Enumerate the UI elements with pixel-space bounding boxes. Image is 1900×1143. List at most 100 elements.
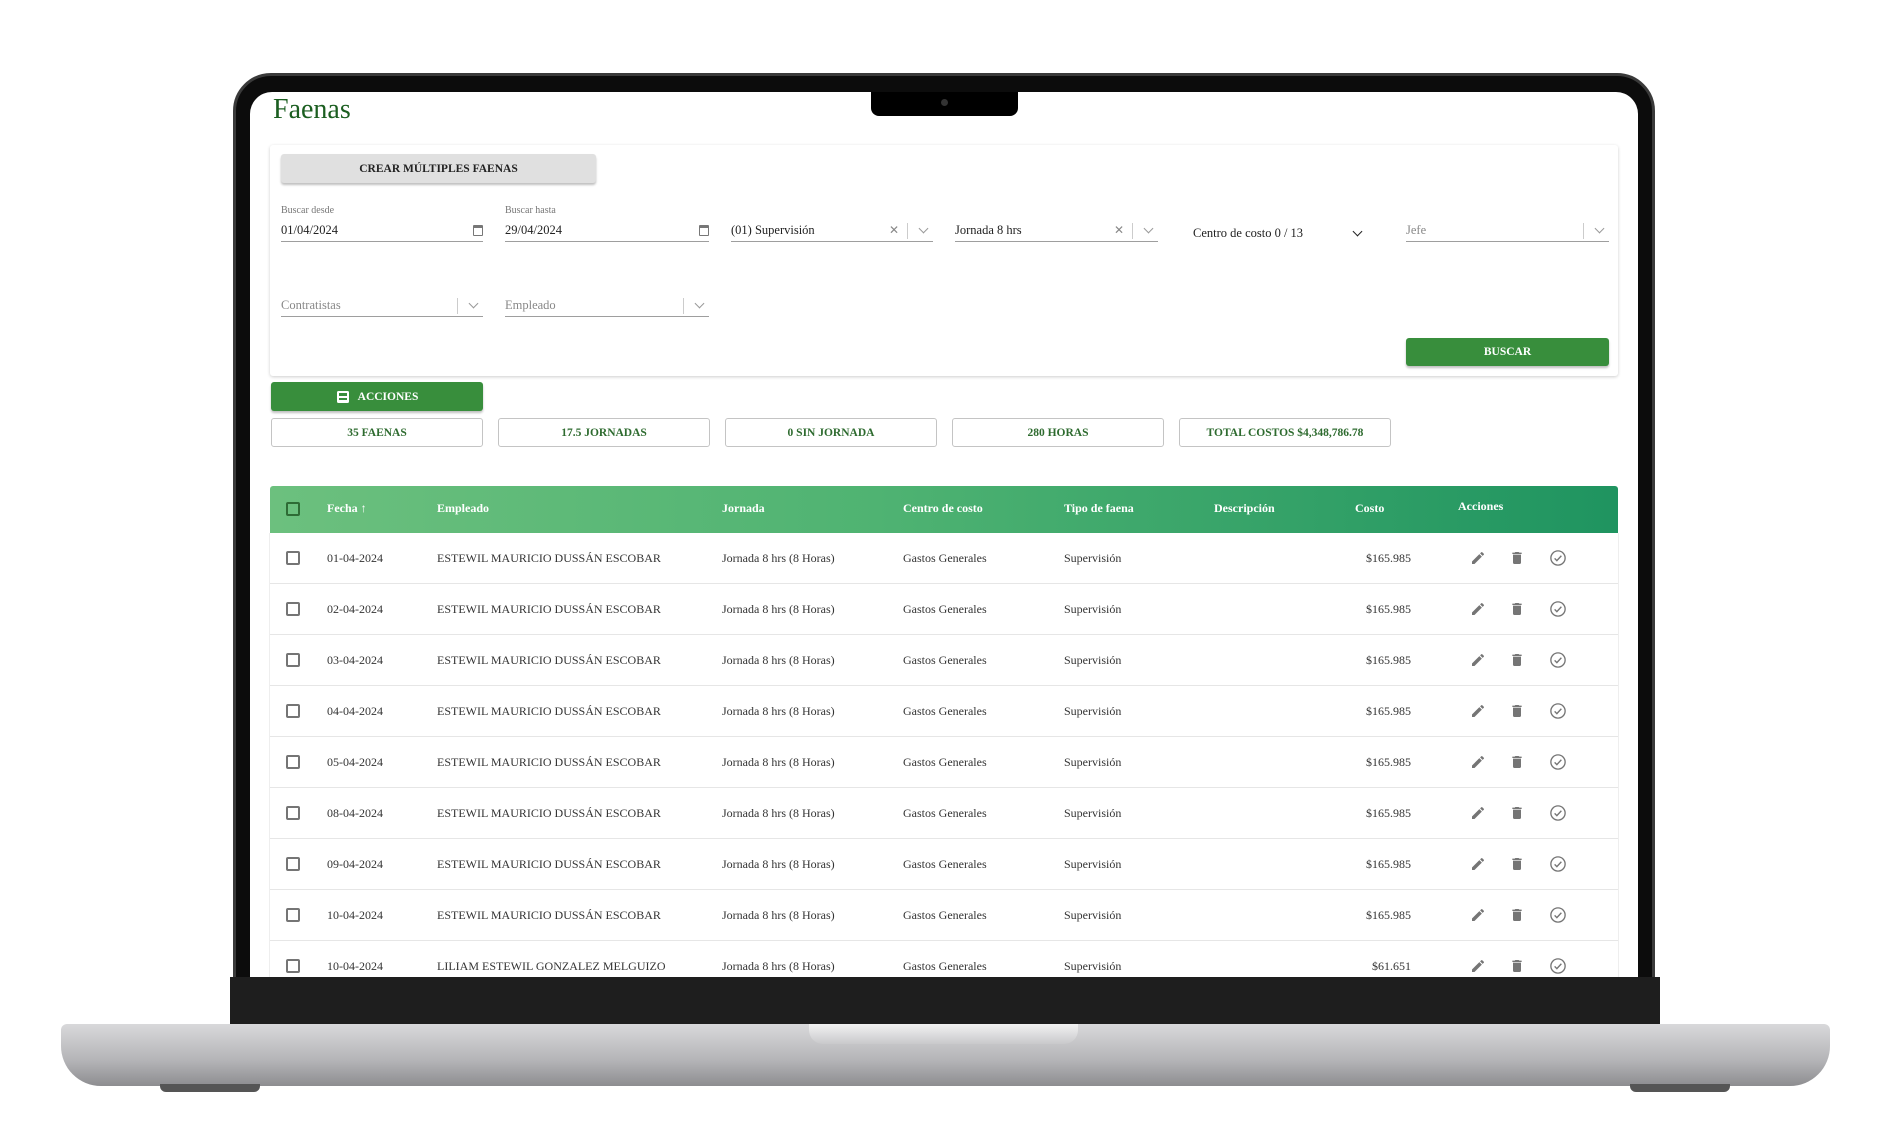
row-checkbox[interactable]	[286, 806, 300, 820]
column-empleado[interactable]: Empleado	[437, 501, 489, 516]
column-jornada[interactable]: Jornada	[722, 501, 765, 516]
cell-tipo-faena: Supervisión	[1064, 704, 1122, 718]
chevron-down-icon[interactable]	[918, 223, 929, 234]
delete-icon[interactable]	[1506, 904, 1528, 926]
laptop-foot	[1630, 1084, 1730, 1092]
cell-costo: $61.651	[1372, 959, 1411, 973]
column-tipo-faena[interactable]: Tipo de faena	[1064, 501, 1134, 516]
buscar-hasta-field[interactable]: 29/04/2024	[505, 220, 709, 242]
edit-icon[interactable]	[1467, 649, 1489, 671]
column-centro-costo[interactable]: Centro de costo	[903, 501, 983, 516]
cell-empleado: LILIAM ESTEWIL GONZALEZ MELGUIZO	[437, 959, 666, 973]
approve-check-icon[interactable]	[1547, 700, 1569, 722]
table-row[interactable]: 03-04-2024 ESTEWIL MAURICIO DUSSÁN ESCOBA…	[270, 635, 1618, 686]
row-checkbox[interactable]	[286, 908, 300, 922]
centro-costo-select[interactable]: Centro de costo 0 / 13	[1193, 222, 1367, 244]
delete-icon[interactable]	[1506, 598, 1528, 620]
delete-icon[interactable]	[1506, 802, 1528, 824]
buscar-hasta-value: 29/04/2024	[505, 223, 562, 237]
row-checkbox[interactable]	[286, 857, 300, 871]
chevron-down-icon[interactable]	[1352, 226, 1363, 236]
cell-costo: $165.985	[1366, 806, 1411, 820]
contratistas-select[interactable]: Contratistas	[281, 295, 483, 317]
table-row[interactable]: 05-04-2024 ESTEWIL MAURICIO DUSSÁN ESCOBA…	[270, 737, 1618, 788]
table-row[interactable]: 04-04-2024 ESTEWIL MAURICIO DUSSÁN ESCOBA…	[270, 686, 1618, 737]
approve-check-icon[interactable]	[1547, 649, 1569, 671]
empleado-select[interactable]: Empleado	[505, 295, 709, 317]
calendar-icon[interactable]	[473, 225, 483, 236]
cell-fecha: 05-04-2024	[327, 755, 383, 769]
cell-centro-costo: Gastos Generales	[903, 602, 987, 616]
edit-icon[interactable]	[1467, 751, 1489, 773]
delete-icon[interactable]	[1506, 700, 1528, 722]
cell-fecha: 02-04-2024	[327, 602, 383, 616]
edit-icon[interactable]	[1467, 802, 1489, 824]
approve-check-icon[interactable]	[1547, 598, 1569, 620]
table-row[interactable]: 10-04-2024 ESTEWIL MAURICIO DUSSÁN ESCOBA…	[270, 890, 1618, 941]
chevron-down-icon[interactable]	[1594, 223, 1605, 234]
buscar-button[interactable]: BUSCAR	[1406, 338, 1609, 366]
row-checkbox[interactable]	[286, 755, 300, 769]
crear-multiples-faenas-button[interactable]: CREAR MÚLTIPLES FAENAS	[281, 154, 596, 183]
column-descripcion[interactable]: Descripción	[1214, 501, 1275, 516]
cell-tipo-faena: Supervisión	[1064, 959, 1122, 973]
buscar-desde-field[interactable]: 01/04/2024	[281, 220, 483, 242]
approve-check-icon[interactable]	[1547, 904, 1569, 926]
empleado-placeholder: Empleado	[505, 298, 556, 312]
column-costo[interactable]: Costo	[1355, 501, 1384, 516]
chevron-down-icon[interactable]	[694, 298, 705, 309]
cell-empleado: ESTEWIL MAURICIO DUSSÁN ESCOBAR	[437, 551, 661, 565]
cell-costo: $165.985	[1366, 755, 1411, 769]
approve-check-icon[interactable]	[1547, 802, 1569, 824]
cell-fecha: 03-04-2024	[327, 653, 383, 667]
chevron-down-icon[interactable]	[468, 298, 479, 309]
edit-icon[interactable]	[1467, 547, 1489, 569]
table-row[interactable]: 01-04-2024 ESTEWIL MAURICIO DUSSÁN ESCOBA…	[270, 533, 1618, 584]
select-all-checkbox[interactable]	[286, 502, 300, 516]
edit-icon[interactable]	[1467, 700, 1489, 722]
delete-icon[interactable]	[1506, 853, 1528, 875]
clear-icon[interactable]: ✕	[889, 223, 899, 238]
delete-icon[interactable]	[1506, 955, 1528, 977]
approve-check-icon[interactable]	[1547, 547, 1569, 569]
approve-check-icon[interactable]	[1547, 955, 1569, 977]
tipo-faena-select[interactable]: (01) Supervisión ✕	[731, 220, 933, 242]
delete-icon[interactable]	[1506, 649, 1528, 671]
row-checkbox[interactable]	[286, 551, 300, 565]
row-checkbox[interactable]	[286, 704, 300, 718]
table-row[interactable]: 10-04-2024 LILIAM ESTEWIL GONZALEZ MELGUI…	[270, 941, 1618, 977]
cell-fecha: 09-04-2024	[327, 857, 383, 871]
cell-centro-costo: Gastos Generales	[903, 959, 987, 973]
edit-icon[interactable]	[1467, 955, 1489, 977]
centro-costo-value: Centro de costo 0 / 13	[1193, 225, 1304, 240]
row-checkbox[interactable]	[286, 959, 300, 973]
approve-check-icon[interactable]	[1547, 751, 1569, 773]
row-checkbox[interactable]	[286, 653, 300, 667]
cell-tipo-faena: Supervisión	[1064, 908, 1122, 922]
cell-jornada: Jornada 8 hrs (8 Horas)	[722, 602, 835, 616]
edit-icon[interactable]	[1467, 853, 1489, 875]
cell-jornada: Jornada 8 hrs (8 Horas)	[722, 959, 835, 973]
clear-icon[interactable]: ✕	[1114, 223, 1124, 238]
summary-sin-jornada: 0 SIN JORNADA	[725, 418, 937, 447]
table-row[interactable]: 02-04-2024 ESTEWIL MAURICIO DUSSÁN ESCOBA…	[270, 584, 1618, 635]
row-checkbox[interactable]	[286, 602, 300, 616]
calendar-icon[interactable]	[699, 225, 709, 236]
delete-icon[interactable]	[1506, 751, 1528, 773]
acciones-button[interactable]: ACCIONES	[271, 382, 483, 411]
faenas-table: Fecha ↑ Empleado Jornada Centro de costo…	[270, 486, 1618, 977]
jefe-select[interactable]: Jefe	[1406, 220, 1609, 242]
chevron-down-icon[interactable]	[1143, 223, 1154, 234]
approve-check-icon[interactable]	[1547, 853, 1569, 875]
summary-jornadas: 17.5 JORNADAS	[498, 418, 710, 447]
table-row[interactable]: 09-04-2024 ESTEWIL MAURICIO DUSSÁN ESCOBA…	[270, 839, 1618, 890]
table-header: Fecha ↑ Empleado Jornada Centro de costo…	[270, 486, 1618, 533]
edit-icon[interactable]	[1467, 598, 1489, 620]
column-fecha[interactable]: Fecha ↑	[327, 501, 367, 516]
jornada-select[interactable]: Jornada 8 hrs ✕	[955, 220, 1158, 242]
delete-icon[interactable]	[1506, 547, 1528, 569]
cell-empleado: ESTEWIL MAURICIO DUSSÁN ESCOBAR	[437, 806, 661, 820]
table-row[interactable]: 08-04-2024 ESTEWIL MAURICIO DUSSÁN ESCOBA…	[270, 788, 1618, 839]
summary-horas: 280 HORAS	[952, 418, 1164, 447]
edit-icon[interactable]	[1467, 904, 1489, 926]
